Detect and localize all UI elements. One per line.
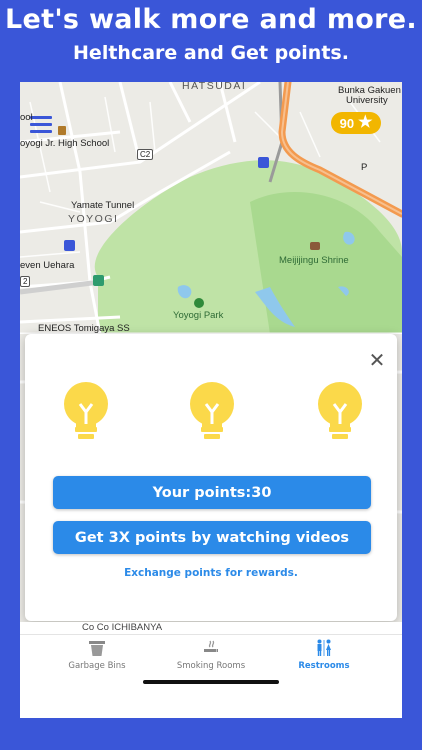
map-label-yoyogi-park: Yoyogi Park — [173, 310, 224, 321]
exchange-rewards-link[interactable]: Exchange points for rewards. — [25, 567, 397, 579]
tab-smoking-rooms[interactable]: Smoking Rooms — [151, 639, 271, 679]
bulb-row — [25, 382, 397, 448]
close-icon[interactable]: ✕ — [367, 350, 387, 370]
station-icon — [64, 240, 75, 251]
road-badge-2: 2 — [20, 276, 31, 287]
menu-icon[interactable] — [30, 116, 52, 134]
points-dialog: ✕ Your points:30 Get 3X points by watchi… — [25, 334, 397, 621]
watch-videos-button[interactable]: Get 3X points by watching videos — [53, 521, 371, 554]
points-badge[interactable]: 90 ★ — [331, 112, 381, 134]
tab-garbage-bins[interactable]: Garbage Bins — [37, 639, 157, 679]
school-icon — [58, 126, 66, 135]
map-label-seven-uehara: even Uehara — [20, 260, 75, 271]
map-label-yamate-tunnel: Yamate Tunnel — [71, 200, 135, 211]
tab-restrooms[interactable]: Restrooms — [264, 639, 384, 679]
promo-subtitle: Helthcare and Get points. — [73, 42, 349, 64]
station-icon — [258, 157, 269, 168]
map-label-yoyogi: YOYOGI — [68, 213, 119, 225]
trash-bin-icon — [89, 641, 105, 656]
map-label-university: University — [346, 95, 388, 106]
map-label-ool: ool — [20, 112, 33, 123]
map-label-meiji-shrine: Meijijingu Shrine — [279, 255, 349, 266]
phone-screen: HATSUDAI Bunka Gakuen University ool oyo… — [20, 82, 402, 718]
tab-label-smoking-rooms: Smoking Rooms — [176, 661, 246, 671]
home-indicator[interactable] — [143, 680, 279, 684]
road-badge-c2: C2 — [137, 149, 154, 160]
points-badge-value: 90 — [339, 115, 355, 131]
promo-title: Let's walk more and more. — [5, 4, 417, 35]
map-label-coco: Co Co ICHIBANYA — [82, 622, 163, 633]
tab-label-garbage-bins: Garbage Bins — [68, 661, 126, 671]
smoking-icon — [204, 640, 218, 652]
shrine-icon — [310, 242, 320, 250]
lightbulb-icon — [318, 382, 362, 439]
map-label-yoyogi-jr-high: oyogi Jr. High School — [20, 138, 110, 149]
map-label-hatsudai: HATSUDAI — [182, 82, 247, 92]
tab-bar: Garbage Bins Smoking Rooms Restrooms — [20, 634, 402, 718]
map-label-p: P — [361, 162, 368, 173]
map-view[interactable]: HATSUDAI Bunka Gakuen University ool oyo… — [20, 82, 402, 622]
star-icon: ★ — [358, 114, 373, 131]
tab-label-restrooms: Restrooms — [298, 661, 350, 671]
station-icon — [93, 275, 104, 286]
lightbulb-icon — [190, 382, 234, 439]
your-points-button[interactable]: Your points:30 — [53, 476, 371, 509]
restroom-icon — [317, 639, 331, 656]
lightbulb-icon — [64, 382, 108, 439]
park-tree-icon — [194, 298, 204, 308]
map-label-eneos: ENEOS Tomigaya SS — [38, 323, 130, 334]
